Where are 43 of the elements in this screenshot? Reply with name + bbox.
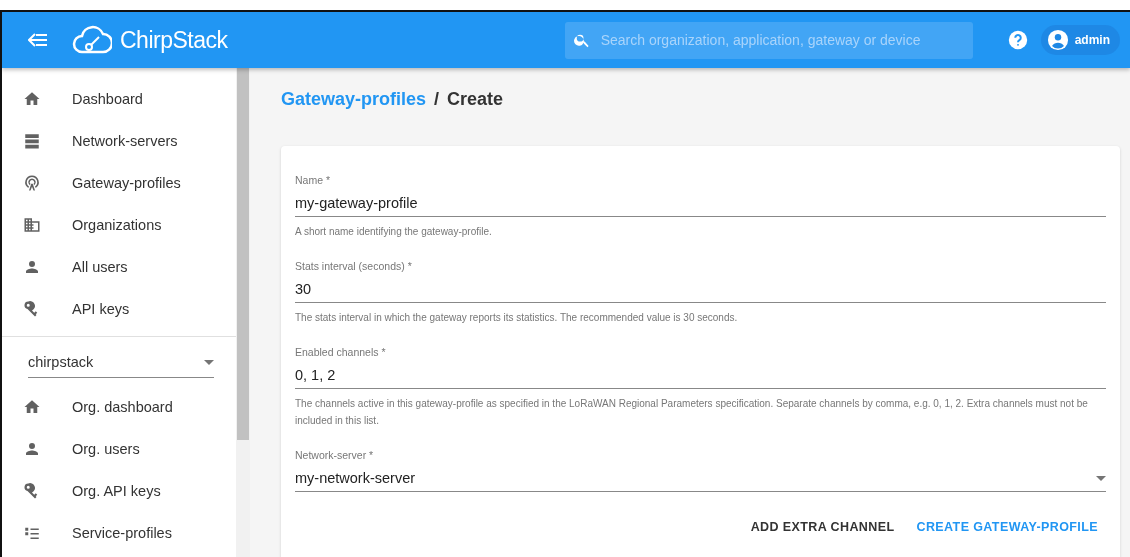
home-icon: [23, 398, 41, 416]
input-field[interactable]: 30: [295, 276, 1106, 303]
person-icon: [23, 258, 41, 276]
page-title: Create: [447, 88, 504, 110]
sidebar-item[interactable]: Dashboard: [2, 78, 236, 120]
input-field[interactable]: my-gateway-profile: [295, 190, 1106, 217]
cloud-logo-icon: [72, 25, 112, 55]
person-icon: [23, 440, 41, 458]
select-field[interactable]: my-network-server: [295, 465, 1106, 492]
field-label: Stats interval (seconds) *: [295, 260, 413, 272]
sidebar-item[interactable]: Organizations: [2, 204, 236, 246]
sidebar-item[interactable]: Org. API keys: [2, 470, 236, 512]
search-field[interactable]: Search organization, application, gateway or device: [598, 31, 965, 49]
input-field[interactable]: 0, 1, 2: [295, 362, 1106, 389]
sidebar-item[interactable]: Org. dashboard: [2, 386, 236, 428]
sidebar-item[interactable]: Service-profiles: [2, 512, 236, 554]
server-icon: [23, 132, 41, 150]
dropdown-caret-icon: [204, 359, 214, 365]
home-icon: [23, 90, 41, 108]
building-icon: [23, 216, 41, 234]
helper-text: A short name identifying the gateway-profile.: [295, 225, 493, 239]
user-button[interactable]: admin: [1040, 25, 1120, 55]
antenna-icon: [23, 174, 41, 192]
menu-collapse-icon[interactable]: [28, 33, 48, 47]
account-icon: [1046, 29, 1069, 51]
breadcrumb-separator: /: [434, 88, 440, 110]
text-button[interactable]: ADD EXTRA CHANNEL: [742, 514, 903, 540]
sidebar-item[interactable]: Network-servers: [2, 120, 236, 162]
help-icon[interactable]: [1006, 29, 1029, 51]
helper-text: The stats interval in which the gateway reports its statistics. The recommended value is 30 seconds.: [295, 311, 739, 325]
field-label: Enabled channels *: [295, 346, 387, 358]
search-field[interactable]: Search organization, application, gateway or device: [564, 21, 973, 59]
field-label: Name *: [295, 174, 331, 186]
brand-name: ChirpStack: [120, 26, 228, 54]
dropdown-caret-icon: [1096, 475, 1106, 481]
scrollbar[interactable]: [236, 68, 250, 557]
sidebar-item[interactable]: All users: [2, 246, 236, 288]
helper-text: The channels active in this gateway-profile as specified in the LoRaWAN Regional Parameters specification. Separate channels by comma, e.g. 0, 1, 2. Extra channels must not be included in this list.: [295, 397, 1089, 428]
sidebar-item[interactable]: Org. users: [2, 428, 236, 470]
field-label: Network-server *: [295, 449, 375, 461]
organization-select[interactable]: chirpstack: [28, 347, 214, 378]
sidebar-item[interactable]: Gateway-profiles: [2, 162, 236, 204]
sidebar-item[interactable]: API keys: [2, 288, 236, 330]
